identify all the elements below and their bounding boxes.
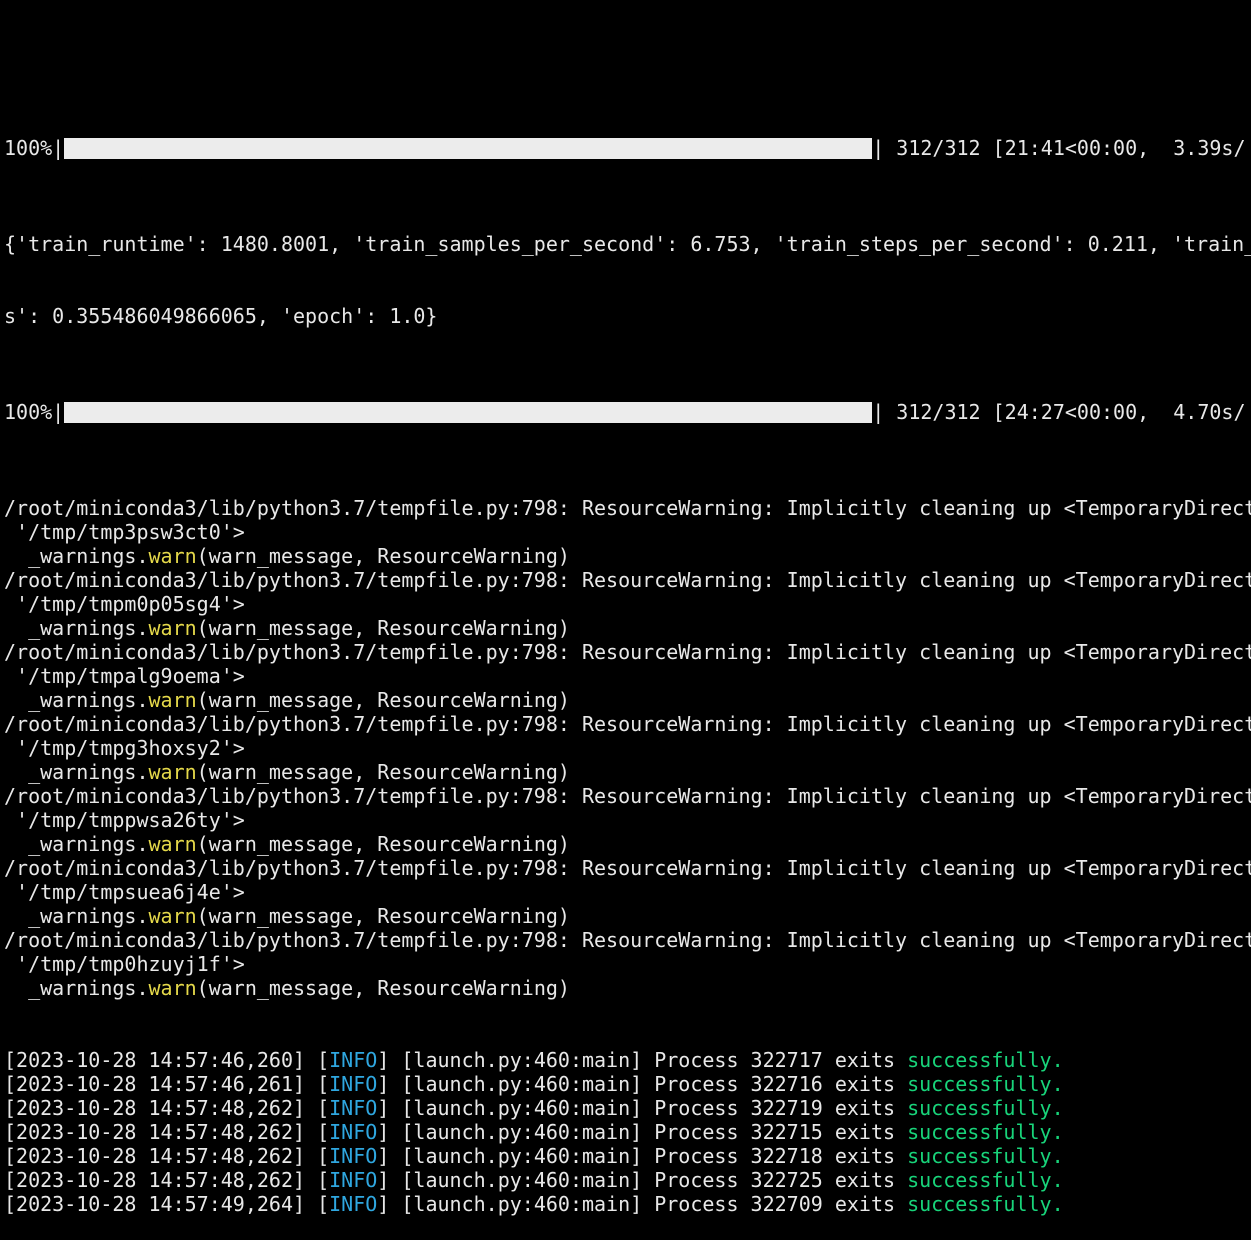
progress-bar-fill <box>64 402 873 423</box>
warning-call-args: (warn_message, ResourceWarning) <box>196 544 570 568</box>
log-status-success: successfully. <box>907 1096 1064 1120</box>
warning-call-function: warn <box>148 688 197 712</box>
log-line: [2023-10-28 14:57:48,262] [INFO] [launch… <box>4 1096 1251 1120</box>
warning-dir-line: '/tmp/tmppwsa26ty'> <box>4 808 245 832</box>
terminal-output[interactable]: 100%| | 312/312 [21:41<00:00, 3.39s/ {'tr… <box>4 0 1251 1240</box>
log-list: [2023-10-28 14:57:46,260] [INFO] [launch… <box>4 1048 1251 1216</box>
progress-percent: 100% <box>4 400 53 424</box>
warning-path-line: /root/miniconda3/lib/python3.7/tempfile.… <box>4 856 1251 880</box>
warning-call-function: warn <box>148 760 197 784</box>
log-timestamp: [2023-10-28 14:57:49,264] [ <box>4 1192 330 1216</box>
warning-call-line: _warnings.warn(warn_message, ResourceWar… <box>4 904 1251 928</box>
log-status-success: successfully. <box>907 1168 1064 1192</box>
log-timestamp: [2023-10-28 14:57:46,261] [ <box>4 1072 330 1096</box>
warning-call-function: warn <box>148 832 197 856</box>
log-status-success: successfully. <box>907 1192 1064 1216</box>
log-line: [2023-10-28 14:57:49,264] [INFO] [launch… <box>4 1192 1251 1216</box>
warning-call-function: warn <box>148 904 197 928</box>
warning-call-function: warn <box>148 544 197 568</box>
log-level-info: INFO <box>329 1192 378 1216</box>
warning-call-function: warn <box>148 616 197 640</box>
log-message: ] [launch.py:460:main] Process 322719 ex… <box>377 1096 908 1120</box>
log-status-success: successfully. <box>907 1048 1064 1072</box>
warning-path-line: /root/miniconda3/lib/python3.7/tempfile.… <box>4 496 1251 520</box>
warning-path-line: /root/miniconda3/lib/python3.7/tempfile.… <box>4 712 1251 736</box>
progress-percent: 100% <box>4 136 53 160</box>
warning-dir-line: '/tmp/tmpm0p05sg4'> <box>4 592 245 616</box>
warning-call-prefix: _warnings. <box>4 832 149 856</box>
progress-left-separator: | <box>52 136 65 160</box>
log-status-success: successfully. <box>907 1120 1064 1144</box>
log-message: ] [launch.py:460:main] Process 322725 ex… <box>377 1168 908 1192</box>
progress-stats: | 312/312 [21:41<00:00, 3.39s/ <box>872 136 1246 160</box>
warning-call-args: (warn_message, ResourceWarning) <box>196 904 570 928</box>
warning-call-prefix: _warnings. <box>4 544 149 568</box>
progress-bar-fill <box>64 138 873 159</box>
warning-path-line: /root/miniconda3/lib/python3.7/tempfile.… <box>4 784 1251 808</box>
top-partial-line <box>4 40 1251 64</box>
train-summary-line-continued: s': 0.355486049866065, 'epoch': 1.0} <box>4 304 438 328</box>
log-level-info: INFO <box>329 1096 378 1120</box>
log-message: ] [launch.py:460:main] Process 322709 ex… <box>377 1192 908 1216</box>
warning-call-line: _warnings.warn(warn_message, ResourceWar… <box>4 616 1251 640</box>
warning-path-line: /root/miniconda3/lib/python3.7/tempfile.… <box>4 568 1251 592</box>
log-line: [2023-10-28 14:57:46,261] [INFO] [launch… <box>4 1072 1251 1096</box>
log-message: ] [launch.py:460:main] Process 322717 ex… <box>377 1048 908 1072</box>
progress-left-separator: | <box>52 400 65 424</box>
warning-dir-line: '/tmp/tmp0hzuyj1f'> <box>4 952 245 976</box>
warning-call-args: (warn_message, ResourceWarning) <box>196 688 570 712</box>
warning-path-line: /root/miniconda3/lib/python3.7/tempfile.… <box>4 640 1251 664</box>
log-level-info: INFO <box>329 1120 378 1144</box>
warning-path-line: /root/miniconda3/lib/python3.7/tempfile.… <box>4 928 1251 952</box>
progress-line: 100%| | 312/312 [21:41<00:00, 3.39s/ <box>4 136 1251 160</box>
warning-call-prefix: _warnings. <box>4 688 149 712</box>
log-timestamp: [2023-10-28 14:57:48,262] [ <box>4 1120 330 1144</box>
warning-call-args: (warn_message, ResourceWarning) <box>196 760 570 784</box>
progress-stats: | 312/312 [24:27<00:00, 4.70s/ <box>872 400 1246 424</box>
warning-call-prefix: _warnings. <box>4 904 149 928</box>
warning-dir-line: '/tmp/tmp3psw3ct0'> <box>4 520 245 544</box>
log-line: [2023-10-28 14:57:46,260] [INFO] [launch… <box>4 1048 1251 1072</box>
warning-call-line: _warnings.warn(warn_message, ResourceWar… <box>4 976 1251 1000</box>
warning-call-args: (warn_message, ResourceWarning) <box>196 616 570 640</box>
log-message: ] [launch.py:460:main] Process 322715 ex… <box>377 1120 908 1144</box>
log-line: [2023-10-28 14:57:48,262] [INFO] [launch… <box>4 1144 1251 1168</box>
log-message: ] [launch.py:460:main] Process 322716 ex… <box>377 1072 908 1096</box>
train-summary-line: {'train_runtime': 1480.8001, 'train_samp… <box>4 232 1251 256</box>
log-timestamp: [2023-10-28 14:57:48,262] [ <box>4 1096 330 1120</box>
warning-call-line: _warnings.warn(warn_message, ResourceWar… <box>4 760 1251 784</box>
log-timestamp: [2023-10-28 14:57:48,262] [ <box>4 1168 330 1192</box>
warning-call-line: _warnings.warn(warn_message, ResourceWar… <box>4 544 1251 568</box>
warning-list: /root/miniconda3/lib/python3.7/tempfile.… <box>4 496 1251 1000</box>
log-message: ] [launch.py:460:main] Process 322718 ex… <box>377 1144 908 1168</box>
warning-dir-line: '/tmp/tmpsuea6j4e'> <box>4 880 245 904</box>
log-level-info: INFO <box>329 1048 378 1072</box>
log-line: [2023-10-28 14:57:48,262] [INFO] [launch… <box>4 1168 1251 1192</box>
log-level-info: INFO <box>329 1072 378 1096</box>
warning-dir-line: '/tmp/tmpalg9oema'> <box>4 664 245 688</box>
warning-call-function: warn <box>148 976 197 1000</box>
warning-call-line: _warnings.warn(warn_message, ResourceWar… <box>4 832 1251 856</box>
warning-call-line: _warnings.warn(warn_message, ResourceWar… <box>4 688 1251 712</box>
warning-call-prefix: _warnings. <box>4 760 149 784</box>
log-line: [2023-10-28 14:57:48,262] [INFO] [launch… <box>4 1120 1251 1144</box>
progress-line: 100%| | 312/312 [24:27<00:00, 4.70s/ <box>4 400 1251 424</box>
log-level-info: INFO <box>329 1168 378 1192</box>
log-timestamp: [2023-10-28 14:57:48,262] [ <box>4 1144 330 1168</box>
warning-call-args: (warn_message, ResourceWarning) <box>196 832 570 856</box>
warning-dir-line: '/tmp/tmpg3hoxsy2'> <box>4 736 245 760</box>
warning-call-args: (warn_message, ResourceWarning) <box>196 976 570 1000</box>
log-timestamp: [2023-10-28 14:57:46,260] [ <box>4 1048 330 1072</box>
log-status-success: successfully. <box>907 1072 1064 1096</box>
warning-call-prefix: _warnings. <box>4 976 149 1000</box>
warning-call-prefix: _warnings. <box>4 616 149 640</box>
log-level-info: INFO <box>329 1144 378 1168</box>
log-status-success: successfully. <box>907 1144 1064 1168</box>
